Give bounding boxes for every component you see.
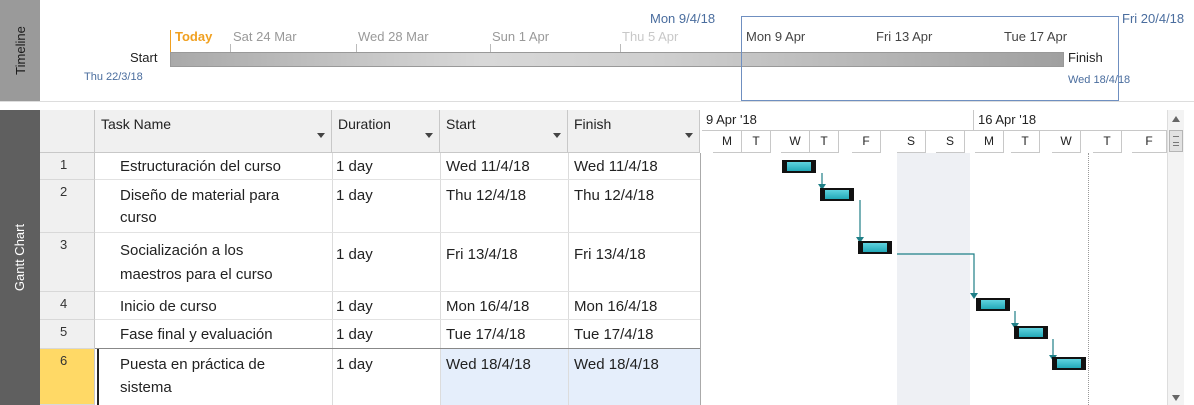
task-bar[interactable] xyxy=(976,298,1010,311)
task-bar[interactable] xyxy=(1014,326,1048,339)
task-bar[interactable] xyxy=(782,160,816,173)
scroll-thumb[interactable] xyxy=(1169,130,1183,152)
task-bar[interactable] xyxy=(1052,357,1086,370)
scroll-up-icon[interactable] xyxy=(1172,116,1180,122)
task-bar[interactable] xyxy=(820,188,854,201)
vertical-scrollbar[interactable] xyxy=(1167,110,1184,405)
scroll-down-icon[interactable] xyxy=(1172,395,1180,401)
dependency-arrows xyxy=(818,173,1057,361)
task-bar[interactable] xyxy=(858,241,892,254)
